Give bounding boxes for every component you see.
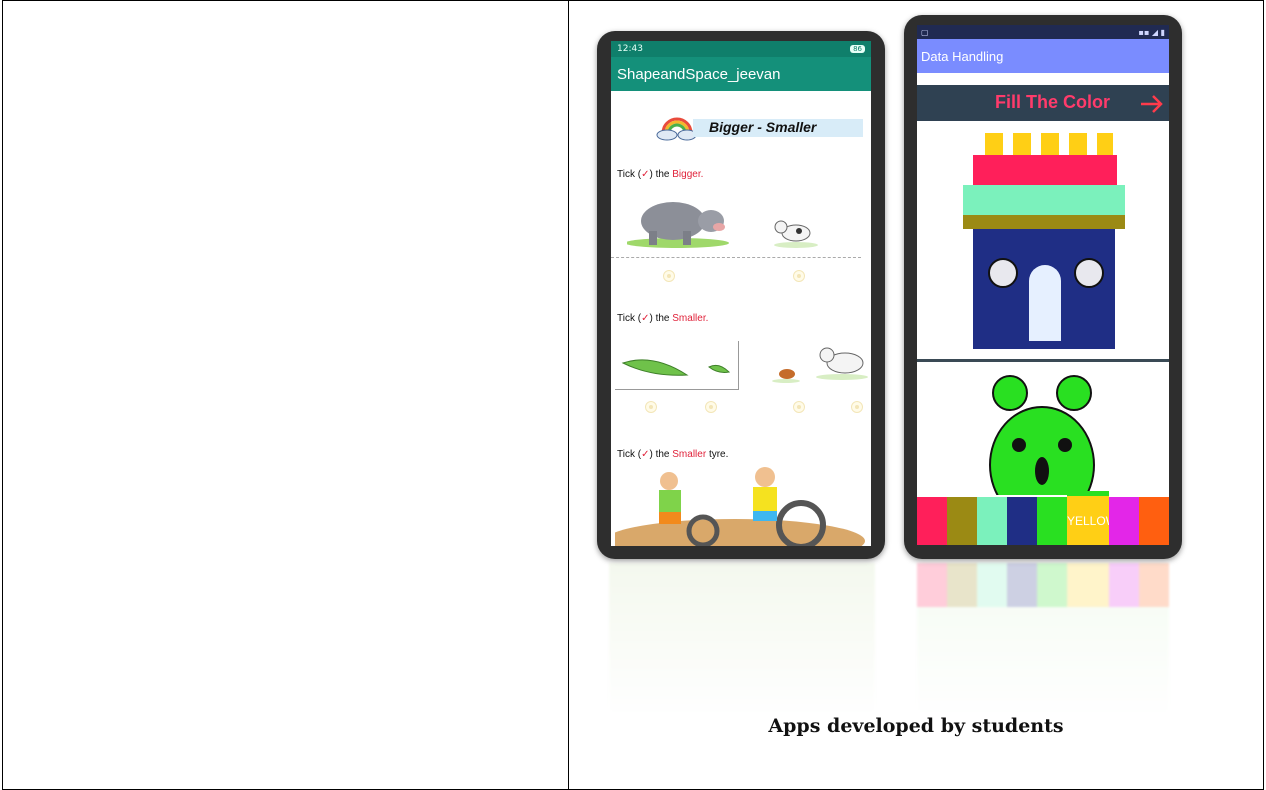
question-2: Tick (✓) the Smaller.	[617, 313, 708, 324]
divider	[917, 359, 1169, 362]
battery-icon: 86	[850, 45, 865, 53]
question-1: Tick (✓) the Bigger.	[617, 169, 703, 180]
arrow-right-icon[interactable]	[1139, 94, 1165, 114]
swatch-label: YELLOW	[1067, 514, 1118, 528]
phone-screen: ▢ ▪▪ ◢ ▮ Data Handling Fill The Color YE…	[917, 25, 1169, 545]
q3-keyword: Smaller	[672, 449, 707, 460]
phone-mockup-shape-space: 12:43 86 ShapeandSpace_jeevan Bigger - S…	[597, 31, 885, 559]
section-title: Bigger - Smaller	[709, 119, 817, 135]
color-swatch[interactable]	[917, 497, 947, 545]
q2-mid: ) the	[649, 313, 673, 324]
big-leaf-illustration	[621, 359, 689, 376]
status-time: 12:43	[617, 44, 643, 54]
app-bar: ShapeandSpace_jeevan	[611, 57, 871, 91]
app-title: Data Handling	[921, 48, 1004, 64]
divider	[738, 341, 739, 389]
q2-prefix: Tick (	[617, 313, 642, 324]
section-header: Bigger - Smaller	[653, 109, 863, 143]
color-swatch[interactable]	[1109, 497, 1139, 545]
kids-tyre-illustration	[615, 467, 865, 546]
color-palette: YELLOW	[917, 491, 1169, 545]
radio-option[interactable]	[793, 401, 805, 413]
fill-color-bar: Fill The Color	[917, 85, 1169, 121]
color-swatch[interactable]	[1037, 497, 1067, 545]
color-swatch[interactable]	[977, 497, 1007, 545]
layout-table: 12:43 86 ShapeandSpace_jeevan Bigger - S…	[2, 0, 1264, 790]
q2-keyword: Smaller	[672, 313, 706, 324]
radio-option[interactable]	[793, 270, 805, 282]
app-title: ShapeandSpace_jeevan	[617, 65, 781, 83]
q2-end: .	[705, 313, 709, 324]
color-swatch[interactable]	[1007, 497, 1037, 545]
color-swatch[interactable]	[1139, 497, 1169, 545]
face-drawing[interactable]	[917, 365, 1169, 495]
signal-icon: ▪▪ ◢ ▮	[1138, 27, 1165, 37]
radio-option[interactable]	[851, 401, 863, 413]
phone-reflection	[609, 563, 875, 713]
small-leaf-illustration	[708, 364, 731, 373]
status-bar: 12:43 86	[611, 41, 871, 57]
q3-prefix: Tick (	[617, 449, 642, 460]
gate-drawing[interactable]	[917, 121, 1169, 361]
small-animal-illustration	[772, 369, 800, 383]
phone-screen: 12:43 86 ShapeandSpace_jeevan Bigger - S…	[611, 41, 871, 546]
phone-mockup-data-handling: ▢ ▪▪ ◢ ▮ Data Handling Fill The Color YE…	[904, 15, 1182, 559]
notification-icon: ▢	[921, 27, 929, 37]
phone-reflection	[917, 563, 1169, 713]
figure-caption: Apps developed by students	[768, 715, 1064, 737]
divider	[611, 257, 861, 258]
radio-option[interactable]	[705, 401, 717, 413]
q1-keyword: Bigger	[672, 169, 701, 180]
q3-mid: ) the	[649, 449, 673, 460]
radio-option[interactable]	[663, 270, 675, 282]
color-swatch-selected[interactable]: YELLOW	[1067, 491, 1118, 545]
divider	[615, 389, 739, 390]
q1-prefix: Tick (	[617, 169, 642, 180]
question-3: Tick (✓) the Smaller tyre.	[617, 449, 728, 460]
q1-mid: ) the	[649, 169, 673, 180]
hippo-illustration	[627, 202, 729, 248]
color-swatch[interactable]	[947, 497, 977, 545]
radio-option[interactable]	[645, 401, 657, 413]
status-bar: ▢ ▪▪ ◢ ▮	[917, 25, 1169, 39]
calf-illustration	[774, 220, 818, 248]
app-bar: Data Handling	[917, 39, 1169, 73]
fill-title: Fill The Color	[995, 92, 1110, 112]
q1-end: .	[700, 169, 704, 180]
cow-illustration	[816, 347, 868, 380]
image-cell: 12:43 86 ShapeandSpace_jeevan Bigger - S…	[569, 1, 1263, 789]
empty-cell	[3, 1, 569, 789]
q3-end: tyre.	[706, 449, 729, 460]
